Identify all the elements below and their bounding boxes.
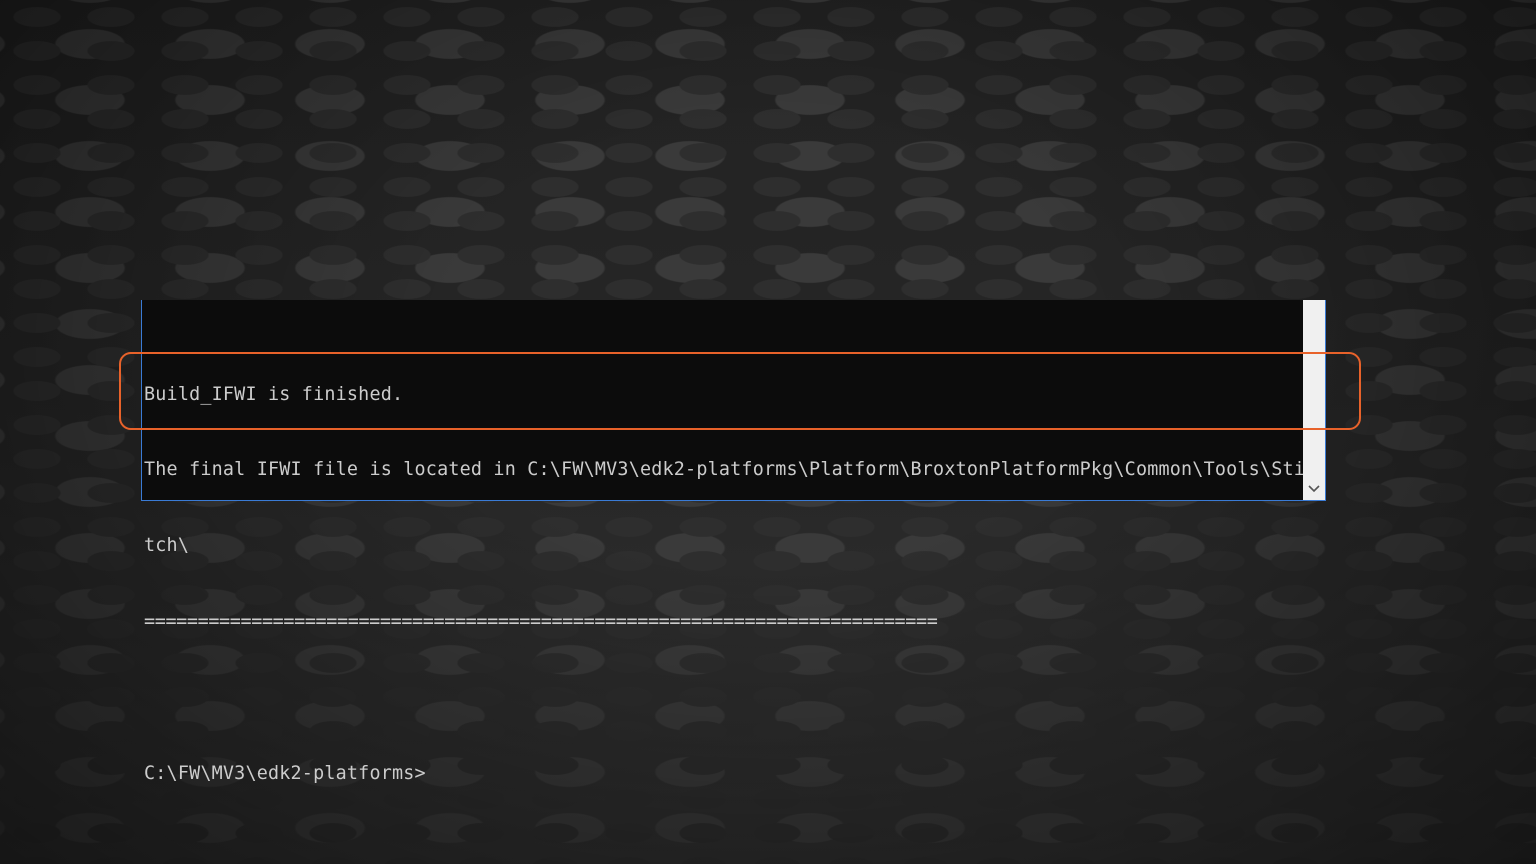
chevron-down-icon [1308,485,1320,493]
highlight-annotation [119,352,1361,430]
console-line-ifwi-location: The final IFWI file is located in C:\FW\… [144,459,1306,481]
scroll-down-button[interactable] [1303,480,1325,498]
console-prompt[interactable]: C:\FW\MV3\edk2-platforms> [144,761,1304,786]
console-line-separator: ========================================… [144,611,938,633]
console-line-ifwi-location-wrap: tch\ [144,535,190,557]
